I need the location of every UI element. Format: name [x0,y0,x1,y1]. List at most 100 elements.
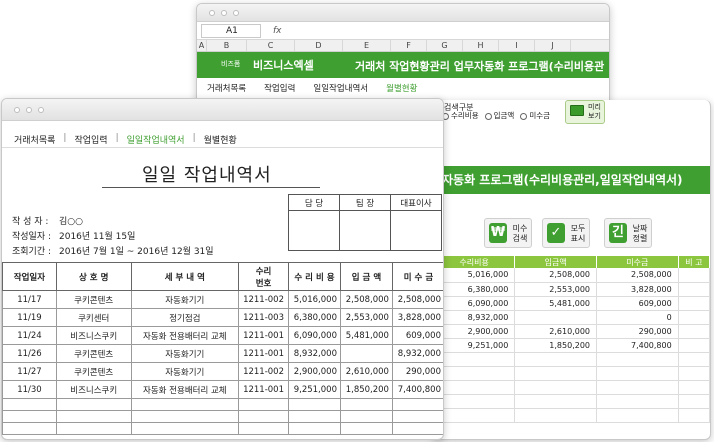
table-cell[interactable]: 609,000 [391,326,443,345]
table-cell[interactable] [678,366,710,381]
column-header[interactable]: J [535,40,571,51]
table-cell[interactable] [238,410,289,423]
nav-link-clients[interactable]: 거래처목록 [14,133,55,146]
table-cell[interactable] [678,408,710,423]
table-cell[interactable]: 8,932,000 [391,344,443,363]
table-cell[interactable]: 5,016,000 [434,268,516,283]
table-cell[interactable] [514,408,598,423]
nav-link-work-input[interactable]: 작업입력 [264,82,295,94]
table-cell[interactable]: 0 [596,310,679,325]
table-cell[interactable] [434,408,516,423]
table-cell[interactable] [2,398,57,411]
table-cell[interactable] [678,268,710,283]
table-cell[interactable]: 9,251,000 [288,380,341,399]
column-header[interactable]: C [247,40,295,51]
table-cell[interactable] [434,394,516,409]
table-cell[interactable]: 자동화 전용배터리 교체 [130,380,240,399]
table-cell[interactable] [288,398,341,411]
table-cell[interactable]: 1211-001 [238,380,289,399]
table-cell[interactable]: 5,016,000 [288,290,341,309]
table-cell[interactable] [596,408,679,423]
table-cell[interactable] [130,422,240,435]
table-cell[interactable]: 3,828,000 [596,282,679,297]
table-cell[interactable] [678,338,710,353]
nav-link-daily[interactable]: 일일작업내역서 [127,133,185,146]
radio-unpaid[interactable]: 미수금 [520,110,550,121]
table-cell[interactable]: 쿠키콘텐츠 [55,362,132,381]
column-header[interactable]: I [499,40,535,51]
nav-link-work-input[interactable]: 작업입력 [74,133,107,146]
signature-cell[interactable] [390,210,442,251]
table-cell[interactable]: 6,090,000 [434,296,516,311]
column-header[interactable]: E [343,40,391,51]
table-cell[interactable]: 1211-001 [238,326,289,345]
unpaid-search-button[interactable]: ₩ 미수 검색 [484,218,532,248]
table-cell[interactable]: 2,508,000 [514,268,598,283]
table-cell[interactable] [678,394,710,409]
table-cell[interactable]: 8,932,000 [288,344,341,363]
table-cell[interactable]: 2,508,000 [596,268,679,283]
table-cell[interactable]: 6,380,000 [288,308,341,327]
table-cell[interactable]: 2,610,000 [514,324,598,339]
table-cell[interactable] [678,296,710,311]
column-header[interactable]: D [295,40,343,51]
table-cell[interactable]: 8,932,000 [434,310,516,325]
show-all-button[interactable]: ✓ 모두 표시 [542,218,590,248]
table-cell[interactable]: 정기점검 [130,308,240,327]
table-cell[interactable]: 3,828,000 [391,308,443,327]
table-cell[interactable]: 11/17 [2,290,57,309]
table-cell[interactable] [130,398,240,411]
table-cell[interactable]: 2,508,000 [339,290,393,309]
table-cell[interactable]: 11/19 [2,308,57,327]
table-cell[interactable]: 1211-003 [238,308,289,327]
table-cell[interactable]: 6,090,000 [288,326,341,345]
table-cell[interactable]: 290,000 [596,324,679,339]
table-cell[interactable] [514,380,598,395]
table-cell[interactable] [339,344,393,363]
table-cell[interactable]: 비즈니스쿠키 [55,326,132,345]
table-cell[interactable] [596,352,679,367]
table-cell[interactable] [596,394,679,409]
table-cell[interactable]: 7,400,800 [391,380,443,399]
table-cell[interactable]: 1211-002 [238,290,289,309]
name-box[interactable]: A1 [201,23,261,38]
table-cell[interactable]: 1211-002 [238,362,289,381]
table-cell[interactable] [514,310,598,325]
radio-repair-cost[interactable]: 수리비용 [442,110,479,121]
nav-link-monthly[interactable]: 월별현황 [204,133,237,146]
table-cell[interactable]: 2,553,000 [339,308,393,327]
table-cell[interactable] [339,398,393,411]
column-header[interactable]: B [207,40,247,51]
table-cell[interactable]: 9,251,000 [434,338,516,353]
table-cell[interactable]: 자동화기기 [130,362,240,381]
column-header[interactable]: F [391,40,427,51]
table-cell[interactable]: 6,380,000 [434,282,516,297]
table-cell[interactable]: 11/26 [2,344,57,363]
table-cell[interactable] [339,422,393,435]
table-cell[interactable] [339,410,393,423]
table-cell[interactable]: 1,850,200 [339,380,393,399]
signature-cell[interactable] [288,210,340,251]
table-cell[interactable] [514,366,598,381]
table-cell[interactable]: 11/24 [2,326,57,345]
table-cell[interactable] [391,422,443,435]
table-cell[interactable]: 쿠키콘텐츠 [55,344,132,363]
table-cell[interactable]: 2,553,000 [514,282,598,297]
table-cell[interactable] [238,398,289,411]
table-cell[interactable]: 609,000 [596,296,679,311]
window-control-icon[interactable] [233,10,239,16]
table-cell[interactable]: 자동화기기 [130,290,240,309]
table-cell[interactable]: 290,000 [391,362,443,381]
table-cell[interactable]: 1,850,200 [514,338,598,353]
table-cell[interactable] [596,380,679,395]
table-cell[interactable] [55,398,132,411]
table-cell[interactable] [678,352,710,367]
table-cell[interactable] [678,324,710,339]
table-cell[interactable] [2,410,57,423]
table-cell[interactable] [678,380,710,395]
table-cell[interactable] [391,410,443,423]
window-control-icon[interactable] [209,10,215,16]
window-control-icon[interactable] [221,10,227,16]
column-header[interactable]: H [463,40,499,51]
window-control-icon[interactable] [38,107,44,113]
